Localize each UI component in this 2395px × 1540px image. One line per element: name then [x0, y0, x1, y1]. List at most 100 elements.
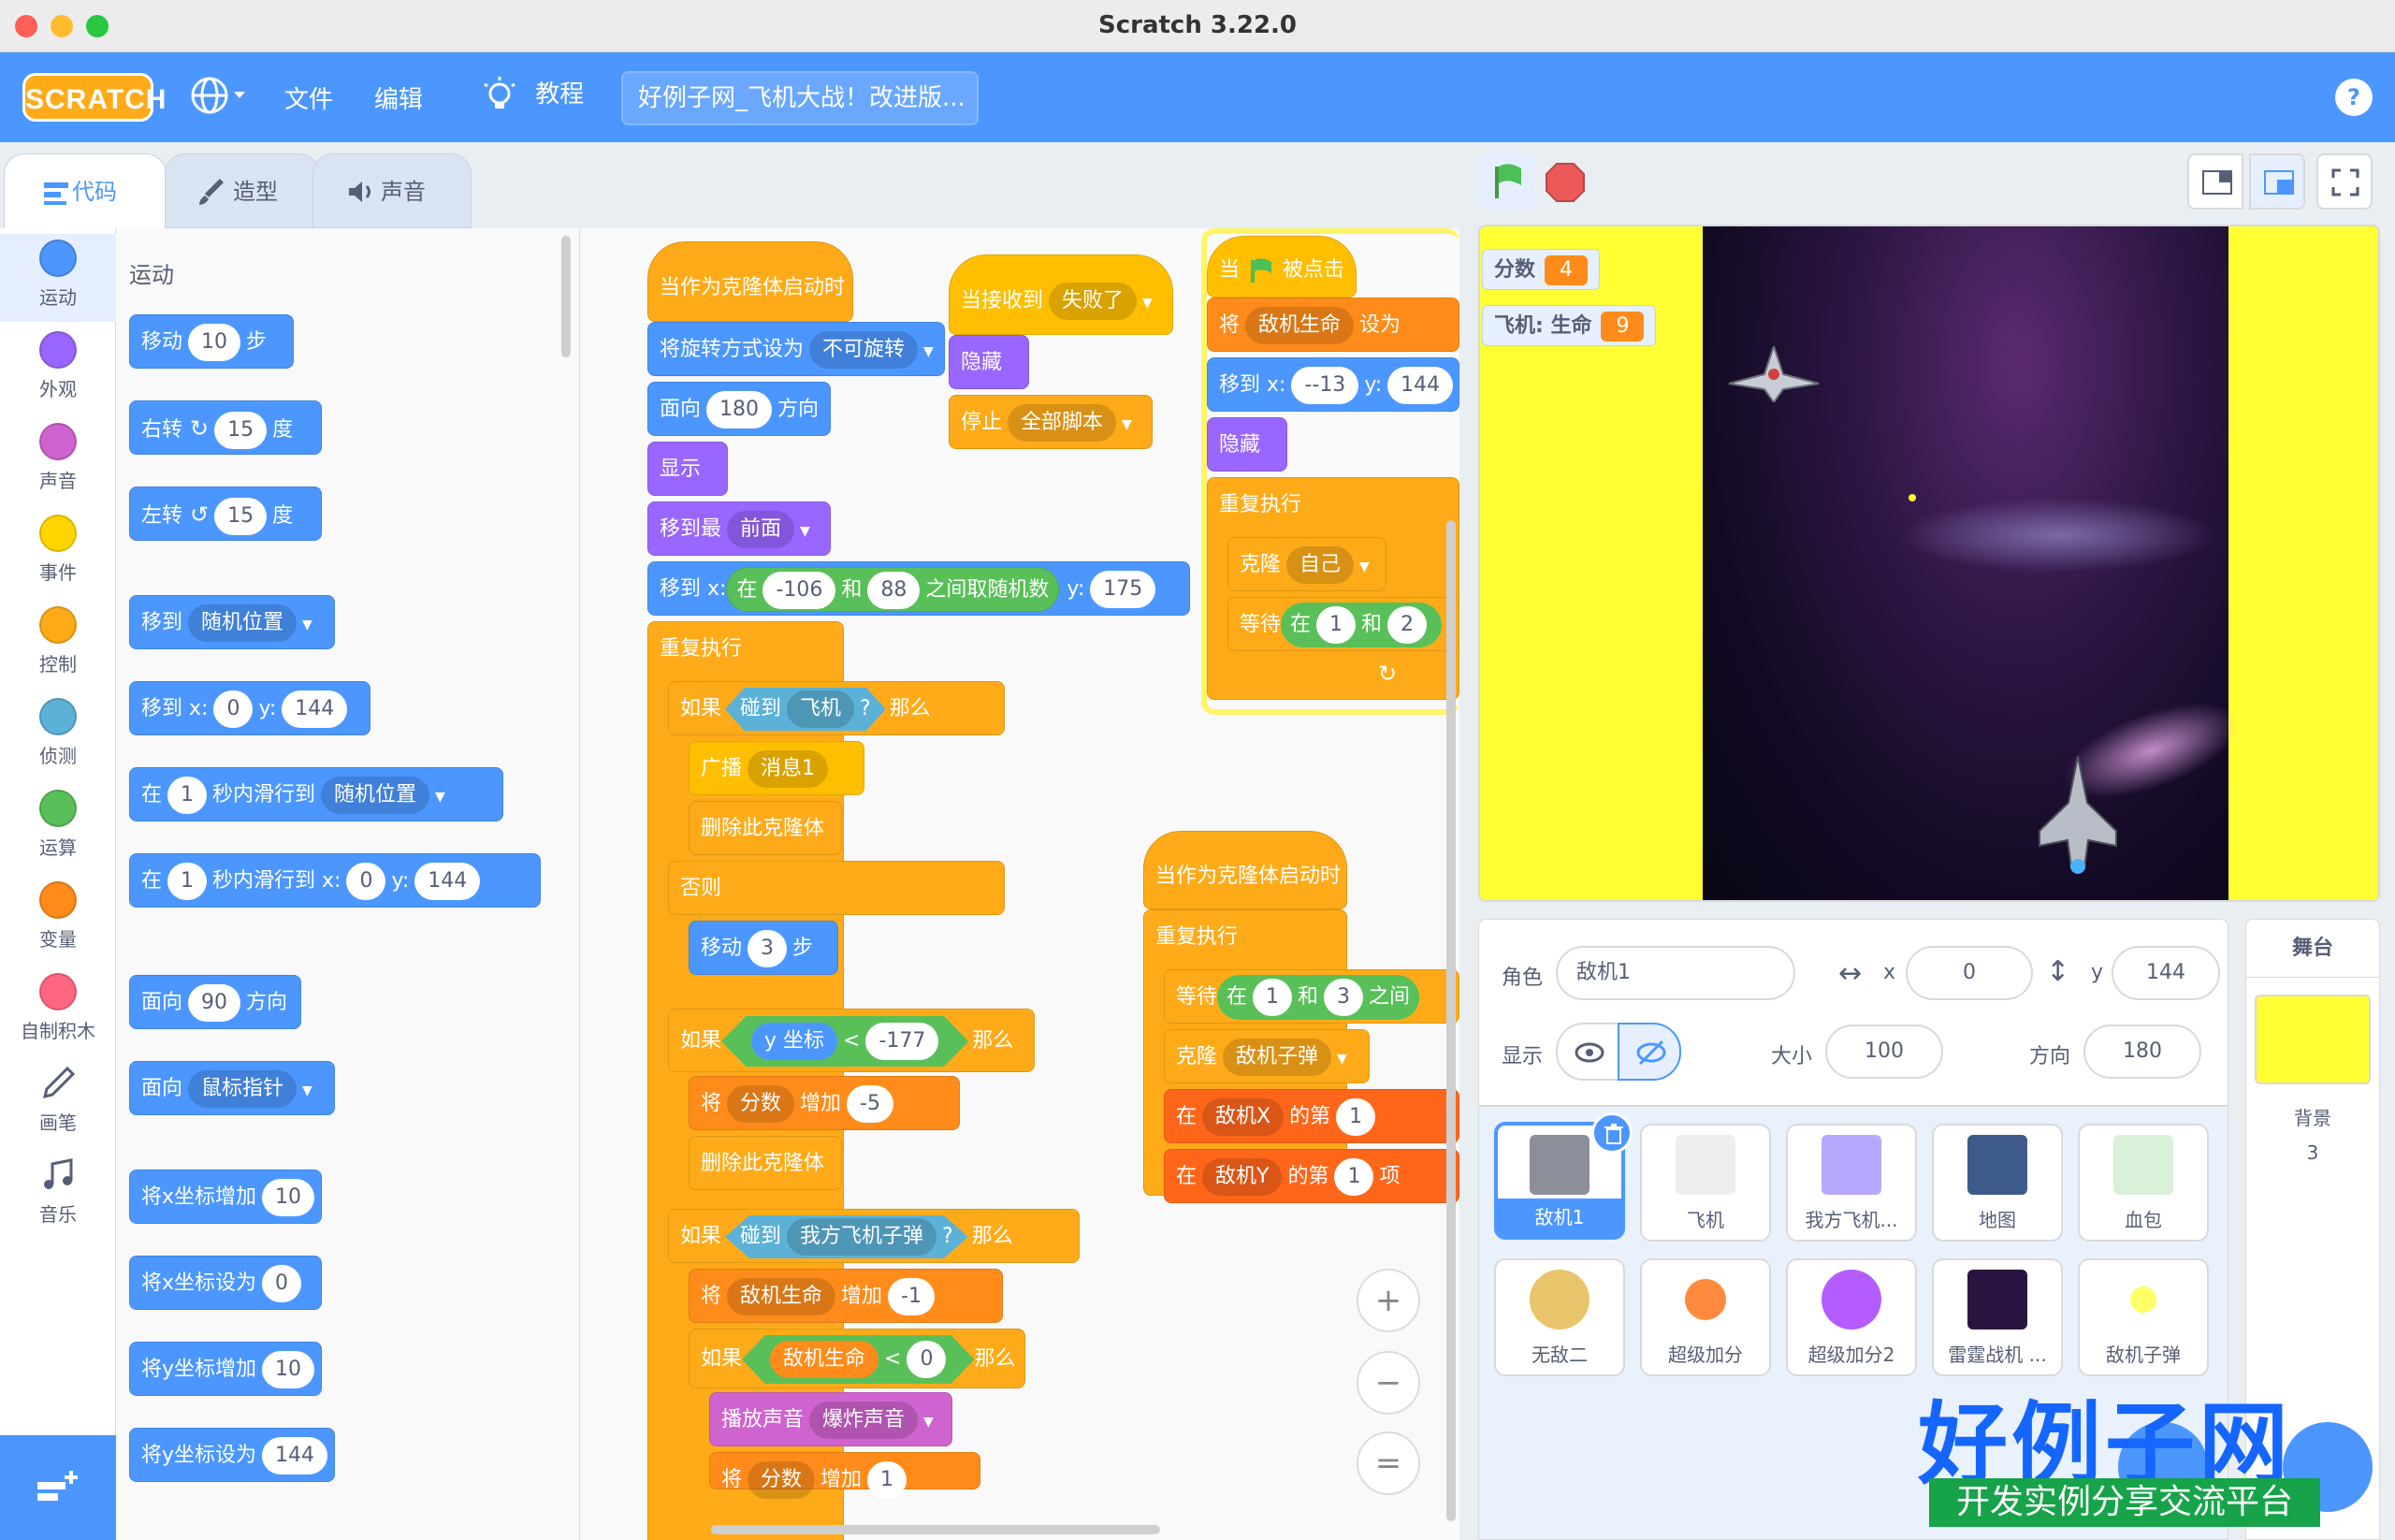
sprite-thumb-super-bonus[interactable]: 超级加分 — [1640, 1258, 1771, 1376]
category-my-blocks[interactable]: 自制积木 — [0, 967, 116, 1043]
to-input[interactable]: 88 — [867, 572, 921, 609]
script-area[interactable]: 当作为克隆体启动时 将旋转方式设为 不可旋转 ▼ 面向 180 方向 显示 移到最 前面 ▼… — [580, 228, 1459, 1540]
message-dropdown[interactable]: 失败了 — [1049, 283, 1138, 320]
block-create-clone[interactable]: 克隆 自己 ▼ — [1227, 537, 1386, 591]
category-control[interactable]: 控制 — [0, 601, 116, 676]
tab-sounds[interactable]: 声音 — [312, 153, 472, 228]
touching-boolean[interactable]: 碰到 飞机? — [725, 688, 886, 731]
clone-target-dropdown[interactable]: 自己 — [1286, 546, 1355, 584]
block-move-steps[interactable]: 移动 3 步 — [689, 921, 838, 975]
tab-costumes[interactable]: 造型 — [165, 153, 320, 228]
category-operators[interactable]: 运算 — [0, 784, 116, 860]
block-wait-random[interactable]: 等待在 1 和 2 — [1227, 597, 1459, 651]
category-variables[interactable]: 变量 — [0, 876, 116, 952]
amount-input[interactable]: -1 — [888, 1278, 935, 1315]
hat-when-clone-starts[interactable]: 当作为克隆体启动时 — [647, 241, 853, 322]
y-input[interactable]: 144 — [1387, 367, 1454, 404]
edit-menu[interactable]: 编辑 — [374, 80, 423, 115]
block-delete-clone[interactable]: 删除此克隆体 — [689, 1136, 842, 1190]
from-input[interactable]: -106 — [762, 572, 836, 609]
tab-code[interactable]: 代码 — [4, 153, 167, 228]
sprite-name-input[interactable]: 敌机1 — [1556, 946, 1795, 1000]
delete-sprite-button[interactable] — [1591, 1112, 1633, 1154]
hide-sprite-button[interactable] — [1618, 1023, 1681, 1081]
scratch-logo[interactable]: SCRATCH — [22, 73, 166, 122]
degrees-input[interactable]: 15 — [214, 498, 268, 535]
direction-input[interactable]: 180 — [2083, 1024, 2201, 1079]
rotation-style-dropdown[interactable]: 不可旋转 — [809, 331, 919, 369]
dx-input[interactable]: 10 — [262, 1179, 315, 1216]
block-if-touching-plane[interactable]: 如果 碰到 飞机? 那么 — [668, 681, 1005, 735]
pick-random-reporter[interactable]: 在 1 和 3 之间 — [1217, 975, 1420, 1020]
list-dropdown[interactable]: 敌机X — [1202, 1098, 1285, 1136]
x-position-input[interactable]: 0 — [1906, 946, 2033, 1000]
block-change-variable[interactable]: 将敌机生命 增加 -1 — [689, 1269, 1003, 1323]
block-show[interactable]: 显示 — [647, 442, 728, 496]
layer-dropdown[interactable]: 前面 — [727, 511, 795, 548]
language-menu[interactable] — [189, 75, 249, 123]
sprite-thumb-invincible[interactable]: 无敌二 — [1494, 1258, 1625, 1376]
block-move-steps[interactable]: 移动 10 步 — [129, 314, 294, 369]
towards-dropdown[interactable]: 鼠标指针 — [188, 1070, 298, 1108]
less-than-boolean[interactable]: 敌机生命 <0 — [742, 1335, 975, 1384]
file-menu[interactable]: 文件 — [284, 80, 333, 115]
block-go-to-front[interactable]: 移到最 前面 ▼ — [647, 501, 831, 556]
palette-scrollbar[interactable] — [561, 236, 571, 357]
block-point-direction[interactable]: 面向 180 方向 — [647, 382, 831, 436]
tutorials-menu[interactable]: 教程 — [481, 75, 584, 114]
variable-dropdown[interactable]: 敌机生命 — [727, 1278, 836, 1315]
green-flag-button[interactable] — [1478, 153, 1536, 210]
sprite-thumb-enemy-bullet[interactable]: 敌机子弹 — [2078, 1258, 2209, 1376]
category-events[interactable]: 事件 — [0, 509, 116, 585]
x-input[interactable]: 0 — [346, 863, 386, 900]
block-list-item[interactable]: 在敌机X 的第 1 — [1164, 1089, 1459, 1143]
goto-target-dropdown[interactable]: 随机位置 — [188, 604, 298, 642]
block-set-variable[interactable]: 将敌机生命 设为 — [1207, 298, 1459, 352]
block-glide[interactable]: 在 1 秒内滑行到 随机位置 ▼ — [129, 767, 503, 821]
list-dropdown[interactable]: 敌机Y — [1202, 1158, 1283, 1196]
degrees-input[interactable]: 15 — [214, 412, 268, 449]
block-set-y[interactable]: 将y坐标设为 144 — [129, 1428, 335, 1482]
block-hide[interactable]: 隐藏 — [1207, 417, 1287, 472]
block-goto[interactable]: 移到 随机位置 ▼ — [129, 595, 335, 649]
block-broadcast[interactable]: 广播 消息1 — [689, 741, 864, 795]
size-input[interactable]: 100 — [1825, 1024, 1943, 1079]
variable-dropdown[interactable]: 分数 — [748, 1461, 816, 1499]
index-input[interactable]: 1 — [1334, 1158, 1374, 1196]
amount-input[interactable]: 1 — [867, 1461, 907, 1499]
fullscreen-button[interactable] — [2316, 153, 2373, 210]
y-input[interactable]: 175 — [1090, 571, 1156, 608]
y-input[interactable]: 144 — [282, 690, 348, 728]
seconds-input[interactable]: 1 — [167, 863, 208, 900]
category-sound[interactable]: 声音 — [0, 417, 116, 493]
zoom-in-button[interactable]: + — [1357, 1269, 1420, 1332]
block-goto-xy[interactable]: 移到 x: 0 y: 144 — [129, 681, 370, 735]
block-if-hp-less[interactable]: 如果 敌机生命 <0 那么 — [689, 1329, 1025, 1388]
hat-when-flag-clicked[interactable]: 当 被点击 — [1207, 236, 1357, 298]
category-music[interactable]: 音乐 — [0, 1151, 116, 1227]
hp-variable-reporter[interactable]: 敌机生命 — [770, 1341, 879, 1378]
stop-button[interactable] — [1546, 163, 1585, 202]
y-position-input[interactable]: 144 — [2112, 946, 2220, 1000]
sprite-thumb-thunder-fighter[interactable]: 雷霆战机 ... — [1932, 1258, 2063, 1376]
help-button[interactable]: ? — [2335, 79, 2373, 116]
block-glide-xy[interactable]: 在 1 秒内滑行到 x: 0 y: 144 — [129, 853, 541, 908]
dy-input[interactable]: 10 — [262, 1351, 315, 1388]
block-list-item[interactable]: 在敌机Y 的第 1 项 — [1164, 1149, 1459, 1203]
seconds-input[interactable]: 1 — [167, 777, 208, 814]
hat-when-clone-starts[interactable]: 当作为克隆体启动时 — [1143, 831, 1347, 909]
block-if-touching-bullet[interactable]: 如果 碰到 我方飞机子弹? 那么 — [668, 1209, 1080, 1263]
clone-target-dropdown[interactable]: 敌机子弹 — [1223, 1039, 1332, 1076]
sprite-thumb-health-pack[interactable]: 血包 — [2078, 1124, 2209, 1242]
block-wait-random[interactable]: 等待在 1 和 3 之间 — [1164, 969, 1459, 1024]
stage-canvas[interactable]: 分数 4 飞机: 生命 9 — [1478, 225, 2380, 902]
y-input[interactable]: 144 — [262, 1437, 328, 1475]
block-goto-xy[interactable]: 移到 x: --13 y: 144 — [1207, 357, 1459, 412]
block-change-x[interactable]: 将x坐标增加 10 — [129, 1170, 322, 1224]
category-motion[interactable]: 运动 — [0, 234, 116, 322]
category-sensing[interactable]: 侦测 — [0, 692, 116, 768]
touching-boolean[interactable]: 碰到 我方飞机子弹? — [725, 1215, 968, 1258]
steps-input[interactable]: 10 — [188, 324, 241, 361]
message-dropdown[interactable]: 消息1 — [748, 750, 829, 788]
block-hide[interactable]: 隐藏 — [949, 335, 1029, 389]
